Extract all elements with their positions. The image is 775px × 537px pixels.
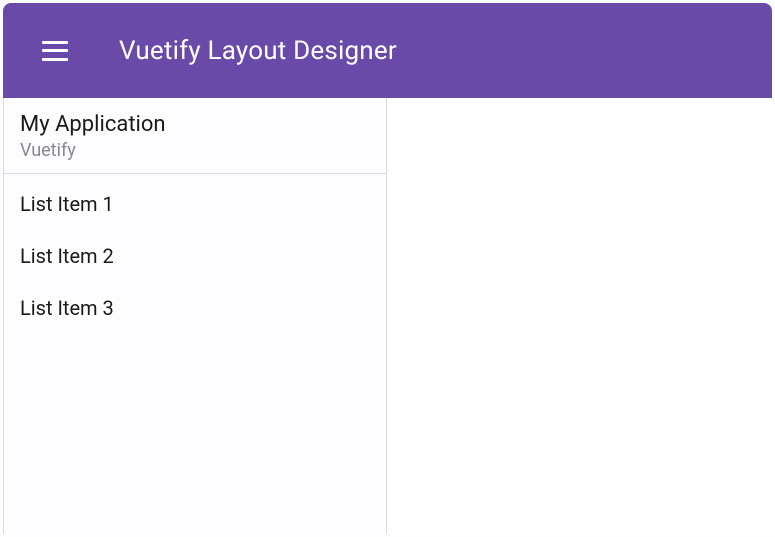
list-item[interactable]: List Item 3 [4,282,386,334]
nav-header-title: My Application [20,112,370,138]
app-bar: Vuetify Layout Designer [3,3,772,98]
list-item-label: List Item 2 [20,244,114,268]
nav-header[interactable]: My Application Vuetify [4,98,386,174]
nav-drawer: My Application Vuetify List Item 1 List … [3,98,387,534]
list-item-label: List Item 3 [20,296,114,320]
main-content [387,98,775,534]
list-item[interactable]: List Item 1 [4,178,386,230]
layout: My Application Vuetify List Item 1 List … [0,98,775,534]
menu-button[interactable] [35,31,75,71]
list-item-label: List Item 1 [20,192,114,216]
nav-header-subtitle: Vuetify [20,140,370,161]
app-title: Vuetify Layout Designer [119,36,397,66]
hamburger-icon [42,41,68,61]
nav-list: List Item 1 List Item 2 List Item 3 [4,174,386,334]
list-item[interactable]: List Item 2 [4,230,386,282]
